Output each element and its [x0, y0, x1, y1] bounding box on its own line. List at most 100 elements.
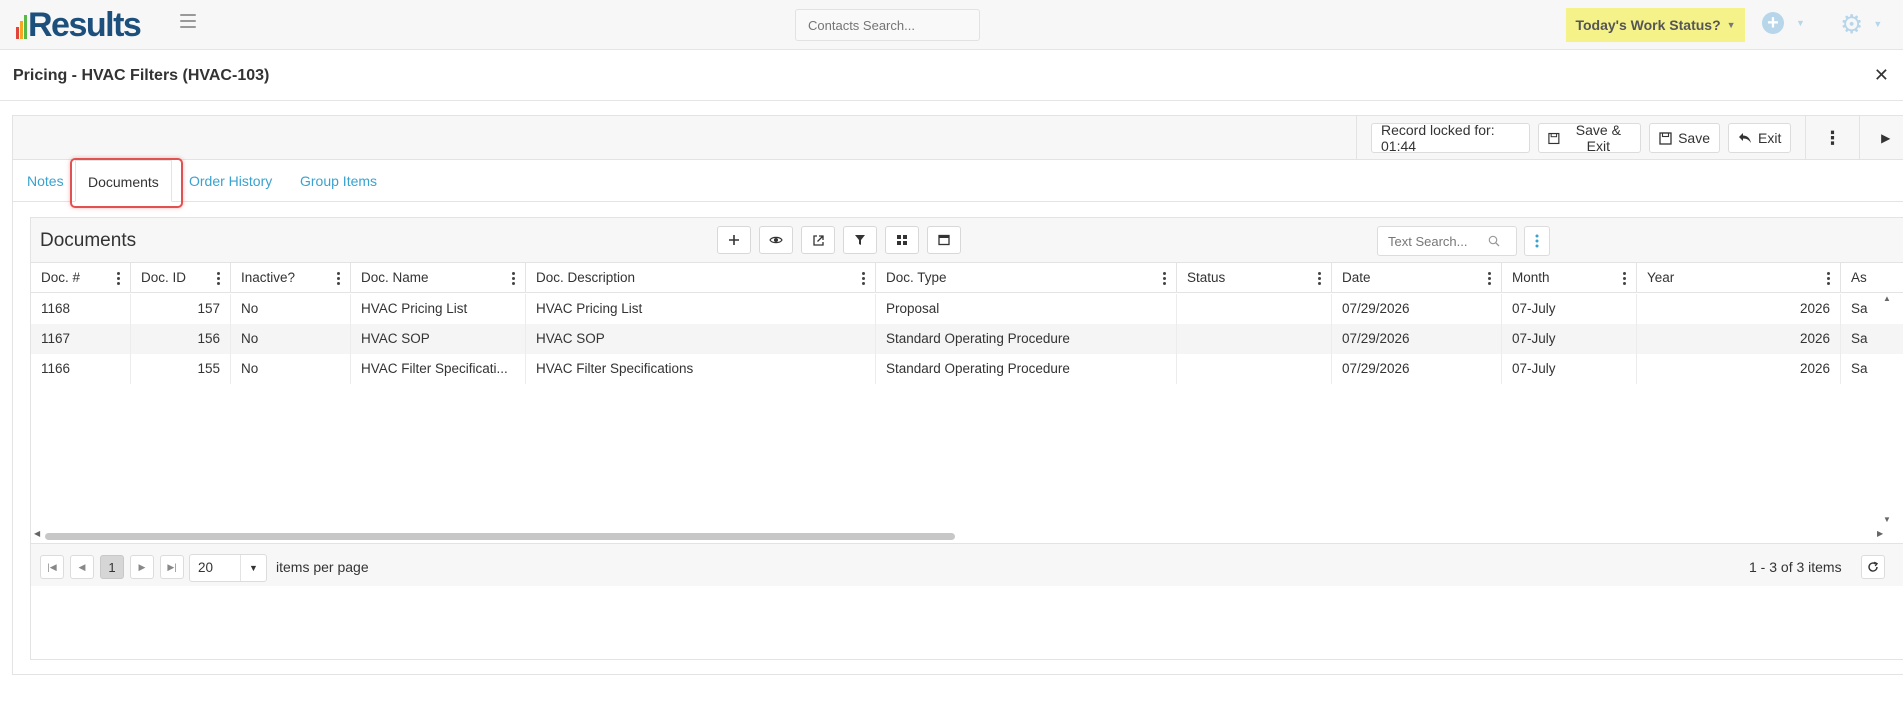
first-page-button[interactable]: |◀ — [40, 555, 64, 579]
open-external-button[interactable] — [801, 226, 835, 254]
save-icon — [1548, 132, 1560, 144]
column-label: Doc. Name — [361, 270, 429, 285]
window-view-button[interactable] — [927, 226, 961, 254]
more-options-icon[interactable]: ⋮ — [1814, 128, 1850, 149]
cell-doc-description: HVAC Pricing List — [526, 294, 876, 324]
caret-down-icon: ▼ — [1726, 20, 1736, 30]
column-label: Date — [1342, 270, 1371, 285]
save-icon — [1659, 131, 1672, 145]
prev-page-button[interactable]: ◀ — [70, 555, 94, 579]
cell-doc-id: 156 — [131, 324, 231, 354]
reply-arrow-icon — [1739, 133, 1751, 143]
caret-down-icon: ▼ — [240, 555, 266, 581]
scrollbar-thumb[interactable] — [45, 533, 955, 540]
column-menu-icon[interactable] — [509, 263, 517, 293]
scroll-down-icon[interactable]: ▼ — [1883, 515, 1891, 524]
column-label: As — [1851, 270, 1867, 285]
contacts-search-input[interactable] — [795, 9, 980, 41]
column-header-status[interactable]: Status — [1177, 263, 1332, 293]
column-menu-icon[interactable] — [1824, 263, 1832, 293]
save-button[interactable]: Save — [1649, 123, 1720, 153]
cell-doc-name: HVAC SOP — [351, 324, 526, 354]
column-menu-icon[interactable] — [1620, 263, 1628, 293]
scroll-left-icon[interactable]: ◀ — [34, 529, 40, 538]
items-per-page-select[interactable]: 20 ▼ — [189, 554, 267, 582]
column-menu-icon[interactable] — [114, 263, 122, 293]
exit-button[interactable]: Exit — [1728, 123, 1792, 153]
cell-doc-num: 1166 — [31, 354, 131, 384]
column-header-month[interactable]: Month — [1502, 263, 1637, 293]
save-exit-button[interactable]: Save & Exit — [1537, 122, 1642, 154]
table-row[interactable]: 1167 156 No HVAC SOP HVAC SOP Standard O… — [31, 324, 1903, 354]
cell-year: 2026 — [1637, 294, 1841, 324]
window-icon — [938, 234, 950, 246]
refresh-icon — [1868, 561, 1879, 572]
external-link-icon — [812, 234, 824, 246]
tab-group-items[interactable]: Group Items — [300, 173, 377, 189]
scroll-right-icon[interactable]: ▶ — [1877, 529, 1883, 538]
cell-doc-id: 157 — [131, 294, 231, 324]
column-menu-icon[interactable] — [1485, 263, 1493, 293]
column-header-doc-name[interactable]: Doc. Name — [351, 263, 526, 293]
column-label: Year — [1647, 270, 1675, 285]
column-header-doc-type[interactable]: Doc. Type — [876, 263, 1177, 293]
column-menu-icon[interactable] — [859, 263, 867, 293]
text-search-box — [1377, 226, 1517, 256]
column-label: Month — [1512, 270, 1550, 285]
view-document-button[interactable] — [759, 226, 793, 254]
refresh-button[interactable] — [1861, 555, 1885, 579]
column-menu-icon[interactable] — [214, 263, 222, 293]
grid-options-button[interactable] — [1524, 226, 1550, 256]
grid-icon — [897, 235, 907, 245]
table-row[interactable]: 1168 157 No HVAC Pricing List HVAC Prici… — [31, 294, 1903, 324]
filter-icon — [855, 235, 865, 245]
column-header-doc-id[interactable]: Doc. ID — [131, 263, 231, 293]
work-status-button[interactable]: Today's Work Status? ▼ — [1566, 8, 1745, 42]
next-page-button[interactable]: ▶ — [130, 555, 154, 579]
column-header-year[interactable]: Year — [1637, 263, 1841, 293]
column-menu-icon[interactable] — [1315, 263, 1323, 293]
work-status-label: Today's Work Status? — [1575, 17, 1721, 33]
grid-view-button[interactable] — [885, 226, 919, 254]
column-menu-icon[interactable] — [1160, 263, 1168, 293]
cell-doc-name: HVAC Pricing List — [351, 294, 526, 324]
table-row[interactable]: 1166 155 No HVAC Filter Specificati... H… — [31, 354, 1903, 384]
last-page-button[interactable]: ▶| — [160, 555, 184, 579]
per-page-value: 20 — [198, 560, 214, 575]
add-new-button[interactable]: + ▼ — [1762, 12, 1805, 34]
scroll-up-icon[interactable]: ▲ — [1883, 294, 1891, 303]
tab-notes[interactable]: Notes — [27, 173, 64, 189]
tab-order-history[interactable]: Order History — [189, 173, 272, 189]
text-search-input[interactable] — [1378, 233, 1488, 249]
save-exit-label: Save & Exit — [1575, 122, 1621, 154]
plus-circle-icon: + — [1762, 12, 1784, 34]
column-header-inactive[interactable]: Inactive? — [231, 263, 351, 293]
column-label: Doc. ID — [141, 270, 187, 285]
tab-documents[interactable]: Documents — [75, 160, 172, 202]
title-bar: Pricing - HVAC Filters (HVAC-103) ✕ — [0, 51, 1903, 101]
results-logo[interactable]: Results — [16, 6, 142, 44]
column-label: Doc. # — [41, 270, 81, 285]
filter-button[interactable] — [843, 226, 877, 254]
column-label: Doc. Description — [536, 270, 636, 285]
column-menu-icon[interactable] — [334, 263, 342, 293]
search-icon[interactable] — [1488, 235, 1500, 247]
hamburger-menu-icon[interactable] — [180, 14, 196, 28]
close-icon[interactable]: ✕ — [1874, 65, 1889, 86]
add-document-button[interactable] — [717, 226, 751, 254]
cell-year: 2026 — [1637, 354, 1841, 384]
expand-arrow-icon[interactable]: ▶ — [1868, 131, 1903, 145]
cell-date: 07/29/2026 — [1332, 324, 1502, 354]
record-tabs: Notes Documents Order History Group Item… — [13, 160, 1903, 202]
column-header-doc-num[interactable]: Doc. # — [31, 263, 131, 293]
logo-bars-icon — [16, 12, 27, 44]
settings-button[interactable]: ⚙ ▼ — [1840, 11, 1882, 37]
page-title: Pricing - HVAC Filters (HVAC-103) — [13, 67, 270, 84]
column-header-as[interactable]: As — [1841, 263, 1903, 293]
column-header-doc-description[interactable]: Doc. Description — [526, 263, 876, 293]
horizontal-scrollbar[interactable]: ◀ ▶ — [31, 529, 1891, 543]
cell-doc-num: 1167 — [31, 324, 131, 354]
current-page-button[interactable]: 1 — [100, 555, 124, 579]
column-header-date[interactable]: Date — [1332, 263, 1502, 293]
cell-status — [1177, 324, 1332, 354]
